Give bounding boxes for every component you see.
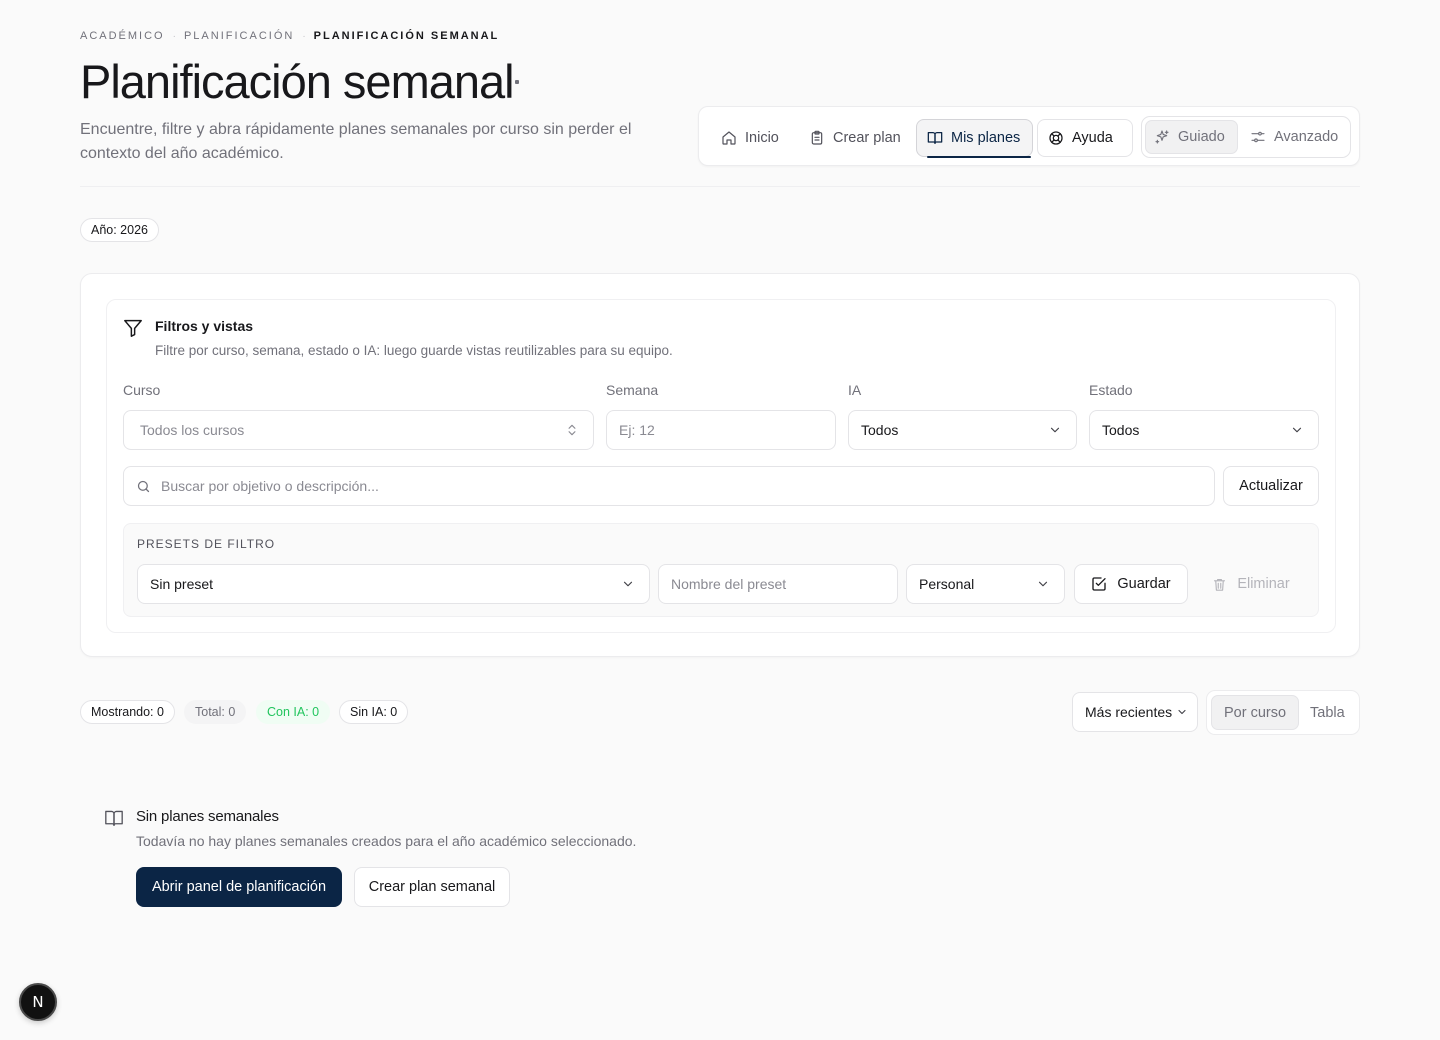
chevron-down-icon [621,577,635,591]
breadcrumb-item-academico[interactable]: Académico [80,30,165,42]
view-toggle: Por curso Tabla [1206,690,1360,735]
course-label: Curso [123,382,161,398]
chevrons-up-down-icon [565,423,579,437]
search-placeholder: Buscar por objetivo o descripción... [161,478,379,494]
nav-crear-plan-label: Crear plan [833,130,901,146]
course-placeholder: Todos los cursos [140,422,245,438]
status-label: Estado [1089,382,1133,398]
open-planning-panel-button[interactable]: Abrir panel de planificación [136,867,342,907]
create-weekly-plan-button[interactable]: Crear plan semanal [354,867,510,907]
filters-title: Filtros y vistas [155,318,254,334]
page-title: Planificación semanal [80,55,515,108]
home-icon [721,130,737,146]
square-check-icon [1091,576,1107,592]
chevron-down-icon [1176,706,1188,718]
week-input[interactable]: Ej: 12 [606,410,836,450]
mode-toggle: Guiado Avanzado [1141,116,1351,158]
nav-crear-plan-button[interactable]: Crear plan [799,119,911,157]
stat-without-ai: Sin IA: 0 [339,700,409,724]
breadcrumb-item-planificacion[interactable]: Planificación [184,30,294,42]
filters-description: Filtre por curso, semana, estado o IA: l… [155,343,673,358]
header-divider [80,186,1360,187]
lifebuoy-icon [1048,130,1064,146]
empty-state-title: Sin planes semanales [136,808,279,825]
status-select[interactable]: Todos [1089,410,1319,450]
chevron-down-icon [1036,577,1050,591]
svg-text:N: N [32,993,43,1011]
week-placeholder: Ej: 12 [619,422,655,438]
sparkles-icon [1154,129,1170,145]
mode-guiado-button[interactable]: Guiado [1145,120,1238,154]
breadcrumb-separator: · [172,30,176,42]
nextjs-logo-icon: N [29,993,47,1011]
mode-guiado-label: Guiado [1178,129,1225,145]
nav-inicio-label: Inicio [745,130,779,146]
filters-card: Filtros y vistas Filtre por curso, seman… [80,273,1360,657]
course-combobox[interactable]: Todos los cursos [123,410,594,450]
sliders-icon [1250,129,1266,145]
save-preset-button[interactable]: Guardar [1074,564,1188,604]
mode-avanzado-button[interactable]: Avanzado [1242,120,1346,154]
ai-select[interactable]: Todos [848,410,1077,450]
view-tabla-button[interactable]: Tabla [1298,695,1357,730]
preset-name-placeholder: Nombre del preset [671,576,787,592]
stat-total: Total: 0 [184,700,247,724]
nav-ayuda-button[interactable]: Ayuda [1037,119,1133,157]
book-open-icon [104,809,124,827]
status-select-value: Todos [1102,422,1140,438]
preset-select[interactable]: Sin preset [137,564,650,604]
chevron-down-icon [1048,423,1062,437]
preset-select-value: Sin preset [150,576,214,592]
book-open-icon [927,130,943,146]
delete-preset-button[interactable]: Eliminar [1196,564,1306,604]
search-input[interactable]: Buscar por objetivo o descripción... [123,466,1215,506]
view-por-curso-button[interactable]: Por curso [1211,695,1300,730]
presets-label: Presets de filtro [137,537,276,551]
nav-mis-planes-label: Mis planes [951,130,1021,146]
year-badge[interactable]: Año: 2026 [80,218,159,242]
search-icon [136,479,151,494]
preset-scope-value: Personal [919,576,975,592]
breadcrumb-separator: · [302,30,306,42]
stat-showing: Mostrando: 0 [80,700,175,724]
nav-ayuda-label: Ayuda [1072,130,1113,146]
preset-name-input[interactable]: Nombre del preset [658,564,898,604]
save-preset-label: Guardar [1117,576,1171,592]
chevron-down-icon [1290,423,1304,437]
breadcrumb: Académico · Planificación · Planificació… [80,30,499,42]
week-label: Semana [606,382,659,398]
filters-panel: Filtros y vistas Filtre por curso, seman… [106,299,1336,633]
trash-icon [1212,577,1227,592]
preset-scope-select[interactable]: Personal [906,564,1065,604]
stat-with-ai: Con IA: 0 [256,700,331,724]
ai-select-value: Todos [861,422,899,438]
mode-avanzado-label: Avanzado [1274,129,1339,145]
ai-label: IA [848,382,862,398]
delete-preset-label: Eliminar [1237,576,1290,592]
sort-select-value: Más recientes [1085,704,1173,720]
page-subtitle: Encuentre, filtre y abra rápidamente pla… [80,121,632,162]
filter-icon [123,319,143,337]
refresh-button[interactable]: Actualizar [1223,466,1319,506]
clipboard-icon [809,130,825,146]
presets-panel: Presets de filtro Sin preset Nombre del … [123,523,1319,617]
breadcrumb-current: Planificación semanal [313,30,500,42]
nav-mis-planes-button[interactable]: Mis planes [916,119,1033,158]
title-accent-dot [515,80,519,84]
top-nav: Inicio Crear plan Mis planes Ayuda Guiad… [698,106,1360,166]
nextjs-dev-badge[interactable]: N [19,983,57,1021]
sort-select[interactable]: Más recientes [1072,692,1198,732]
empty-state-description: Todavía no hay planes semanales creados … [136,833,637,849]
nav-inicio-button[interactable]: Inicio [711,119,789,157]
